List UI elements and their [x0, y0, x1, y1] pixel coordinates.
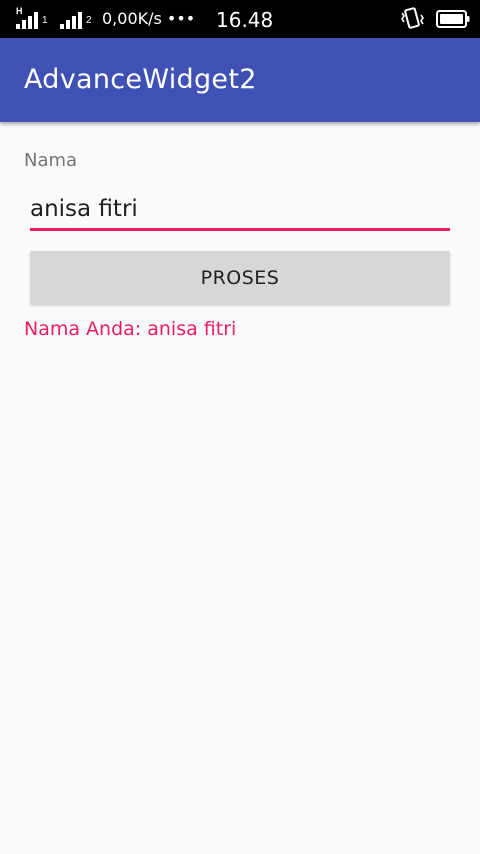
vibrate-icon [401, 7, 424, 29]
battery-icon [436, 10, 470, 28]
status-bar: H 1 2 0,00K/s ••• 16.48 [0, 0, 480, 38]
clock: 16.48 [216, 8, 274, 32]
network-type-label: H [16, 6, 23, 16]
name-field-label: Nama [24, 150, 78, 171]
result-text: Nama Anda: anisa fitri [24, 318, 237, 340]
name-input[interactable] [30, 190, 450, 231]
signal-icon: H 1 [16, 6, 60, 29]
signal-icon: 2 [60, 9, 100, 29]
sim-number: 2 [86, 15, 92, 26]
app-title: AdvanceWidget2 [24, 64, 257, 95]
sim-number: 1 [42, 15, 48, 26]
proses-button[interactable]: PROSES [30, 251, 450, 305]
app-bar: AdvanceWidget2 [0, 38, 480, 122]
network-speed: 0,00K/s ••• [102, 9, 196, 28]
